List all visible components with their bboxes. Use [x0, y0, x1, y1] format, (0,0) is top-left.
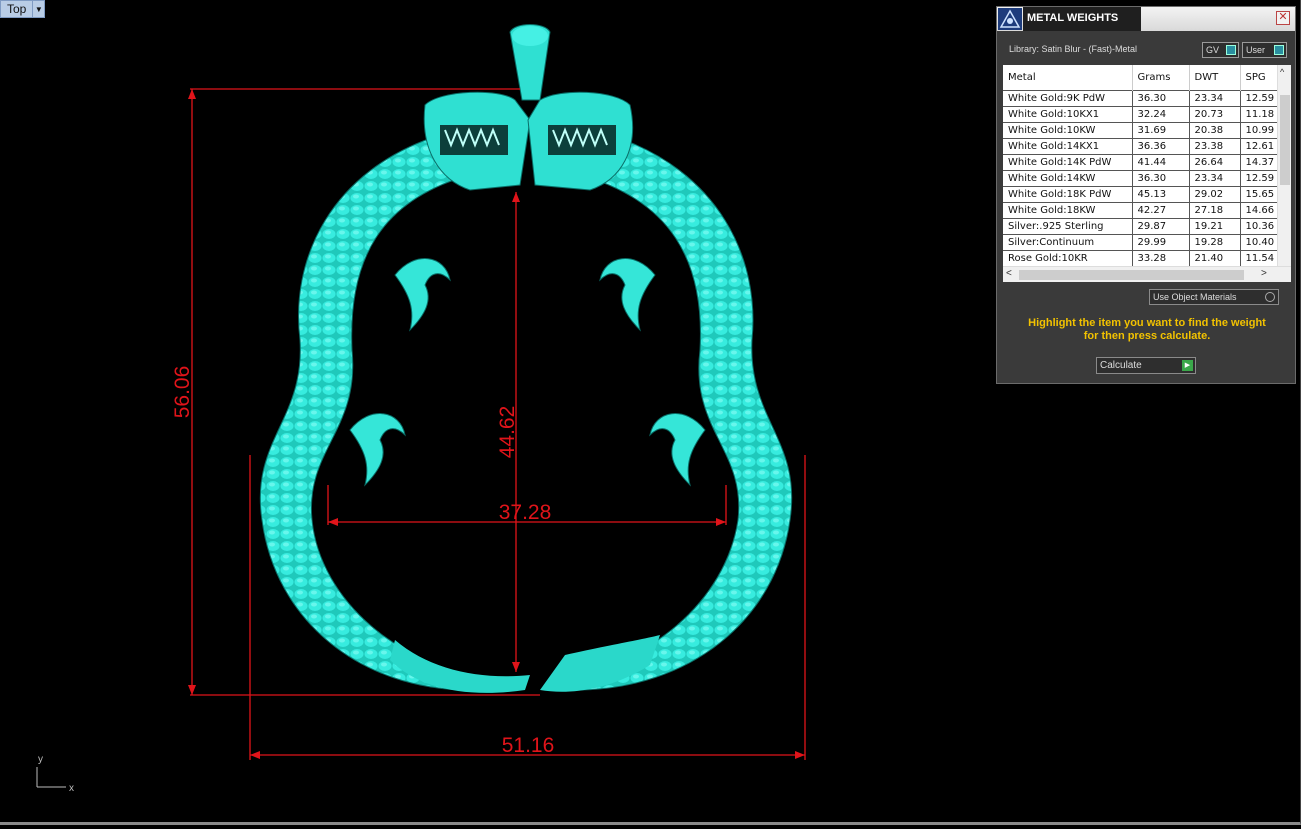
table-cell-dwt: 20.73	[1189, 105, 1241, 123]
table-cell-metal: White Gold:9K PdW	[1003, 89, 1133, 107]
library-label: Library: Satin Blur - (Fast)-Metal	[1009, 44, 1138, 54]
close-icon[interactable]: ✕	[1276, 11, 1290, 25]
table-cell-metal: Rose Gold:10KR	[1003, 249, 1133, 267]
panel-title: METAL WEIGHTS	[1027, 10, 1139, 30]
dragon-claws	[349, 258, 706, 487]
table-cell-dwt: 23.34	[1189, 169, 1241, 187]
table-row[interactable]: Rose Gold:10KR 33.28 21.40 11.54	[1003, 249, 1278, 267]
dimension-width-outer: 51.16	[502, 734, 555, 757]
table-cell-dwt: 27.18	[1189, 201, 1241, 219]
table-row[interactable]: White Gold:14KW 36.30 23.34 12.59	[1003, 169, 1278, 187]
app-logo-icon	[998, 8, 1022, 30]
user-toggle[interactable]: User	[1242, 42, 1287, 58]
metal-table: Metal Grams DWT SPG White Gold:9K PdW 36.…	[1003, 65, 1278, 267]
panel-titlebar[interactable]: METAL WEIGHTS ✕	[997, 7, 1295, 31]
table-cell-dwt: 29.02	[1189, 185, 1241, 203]
table-cell-metal: White Gold:10KX1	[1003, 105, 1133, 123]
gv-toggle-label: GV	[1206, 45, 1220, 55]
table-cell-grams: 42.27	[1132, 201, 1190, 219]
table-cell-spg: 11.18	[1240, 105, 1278, 123]
table-row[interactable]: White Gold:10KW 31.69 20.38 10.99	[1003, 121, 1278, 139]
dragon-heads	[423, 24, 634, 191]
column-header-spg[interactable]: SPG	[1240, 65, 1278, 90]
table-cell-spg: 12.61	[1240, 137, 1278, 155]
table-row[interactable]: White Gold:14KX1 36.36 23.38 12.61	[1003, 137, 1278, 155]
table-cell-metal: Silver:Continuum	[1003, 233, 1133, 251]
table-row[interactable]: White Gold:9K PdW 36.30 23.34 12.59	[1003, 89, 1278, 107]
axis-icon	[36, 767, 66, 788]
metal-table-container[interactable]: Metal Grams DWT SPG White Gold:9K PdW 36.…	[1003, 65, 1291, 282]
column-header-dwt[interactable]: DWT	[1189, 65, 1241, 90]
toggle-switch-icon	[1226, 45, 1236, 55]
table-row[interactable]: Silver:Continuum 29.99 19.28 10.40	[1003, 233, 1278, 251]
metal-weights-panel: METAL WEIGHTS ✕ Library: Satin Blur - (F…	[996, 6, 1296, 384]
scroll-up-icon[interactable]: ^	[1280, 67, 1284, 77]
play-arrow-icon: ▶	[1182, 360, 1193, 371]
radio-icon	[1265, 292, 1275, 302]
user-toggle-label: User	[1246, 45, 1266, 55]
table-cell-metal: White Gold:18KW	[1003, 201, 1133, 219]
table-cell-grams: 31.69	[1132, 121, 1190, 139]
table-cell-spg: 14.66	[1240, 201, 1278, 219]
table-row[interactable]: Silver:.925 Sterling 29.87 19.21 10.36	[1003, 217, 1278, 235]
instruction-line-1: Highlight the item you want to find the …	[1028, 317, 1266, 329]
table-cell-spg: 10.99	[1240, 121, 1278, 139]
column-header-metal[interactable]: Metal	[1003, 65, 1133, 90]
table-cell-dwt: 19.28	[1189, 233, 1241, 251]
scroll-left-icon[interactable]: <	[1006, 268, 1012, 279]
table-cell-grams: 32.24	[1132, 105, 1190, 123]
table-cell-spg: 10.36	[1240, 217, 1278, 235]
gv-toggle[interactable]: GV	[1202, 42, 1239, 58]
scrollbar-thumb[interactable]	[1019, 270, 1244, 280]
vertical-scrollbar[interactable]: ^	[1277, 65, 1291, 266]
dimension-height-outer: 56.06	[171, 366, 194, 419]
instruction-line-2: for then press calculate.	[1083, 330, 1211, 342]
table-row[interactable]: White Gold:18KW 42.27 27.18 14.66	[1003, 201, 1278, 219]
table-cell-dwt: 21.40	[1189, 249, 1241, 267]
table-cell-metal: White Gold:10KW	[1003, 121, 1133, 139]
table-cell-dwt: 26.64	[1189, 153, 1241, 171]
table-cell-grams: 29.87	[1132, 217, 1190, 235]
table-cell-grams: 36.36	[1132, 137, 1190, 155]
scroll-right-icon[interactable]: >	[1261, 268, 1267, 279]
table-row[interactable]: White Gold:14K PdW 41.44 26.64 14.37	[1003, 153, 1278, 171]
table-cell-spg: 11.54	[1240, 249, 1278, 267]
table-cell-dwt: 20.38	[1189, 121, 1241, 139]
toggle-switch-icon	[1274, 45, 1284, 55]
use-object-materials-toggle[interactable]: Use Object Materials	[1149, 289, 1279, 305]
table-cell-spg: 12.59	[1240, 89, 1278, 107]
use-object-materials-label: Use Object Materials	[1153, 292, 1237, 302]
table-cell-metal: White Gold:14KX1	[1003, 137, 1133, 155]
scrollbar-thumb[interactable]	[1280, 95, 1290, 185]
calculate-label: Calculate	[1100, 360, 1142, 371]
table-cell-grams: 36.30	[1132, 89, 1190, 107]
axis-y-label: y	[38, 754, 43, 765]
table-cell-spg: 10.40	[1240, 233, 1278, 251]
column-header-grams[interactable]: Grams	[1132, 65, 1190, 90]
table-cell-dwt: 23.38	[1189, 137, 1241, 155]
dragon-body	[259, 134, 793, 693]
table-cell-grams: 45.13	[1132, 185, 1190, 203]
table-cell-grams: 33.28	[1132, 249, 1190, 267]
dimension-height-inner: 44.62	[496, 406, 519, 459]
calculate-button[interactable]: Calculate ▶	[1096, 357, 1196, 374]
table-cell-grams: 29.99	[1132, 233, 1190, 251]
table-cell-metal: White Gold:14K PdW	[1003, 153, 1133, 171]
table-row[interactable]: White Gold:10KX1 32.24 20.73 11.18	[1003, 105, 1278, 123]
horizontal-scrollbar[interactable]: < >	[1003, 266, 1291, 282]
axis-x-label: x	[69, 783, 74, 794]
table-cell-dwt: 23.34	[1189, 89, 1241, 107]
table-cell-metal: White Gold:14KW	[1003, 169, 1133, 187]
table-cell-spg: 14.37	[1240, 153, 1278, 171]
table-cell-dwt: 19.21	[1189, 217, 1241, 235]
table-cell-metal: Silver:.925 Sterling	[1003, 217, 1133, 235]
table-cell-spg: 15.65	[1240, 185, 1278, 203]
table-cell-grams: 36.30	[1132, 169, 1190, 187]
table-cell-grams: 41.44	[1132, 153, 1190, 171]
instruction-text: Highlight the item you want to find the …	[1007, 317, 1287, 343]
table-cell-spg: 12.59	[1240, 169, 1278, 187]
table-cell-metal: White Gold:18K PdW	[1003, 185, 1133, 203]
table-row[interactable]: White Gold:18K PdW 45.13 29.02 15.65	[1003, 185, 1278, 203]
dimension-width-inner: 37.28	[499, 501, 552, 524]
